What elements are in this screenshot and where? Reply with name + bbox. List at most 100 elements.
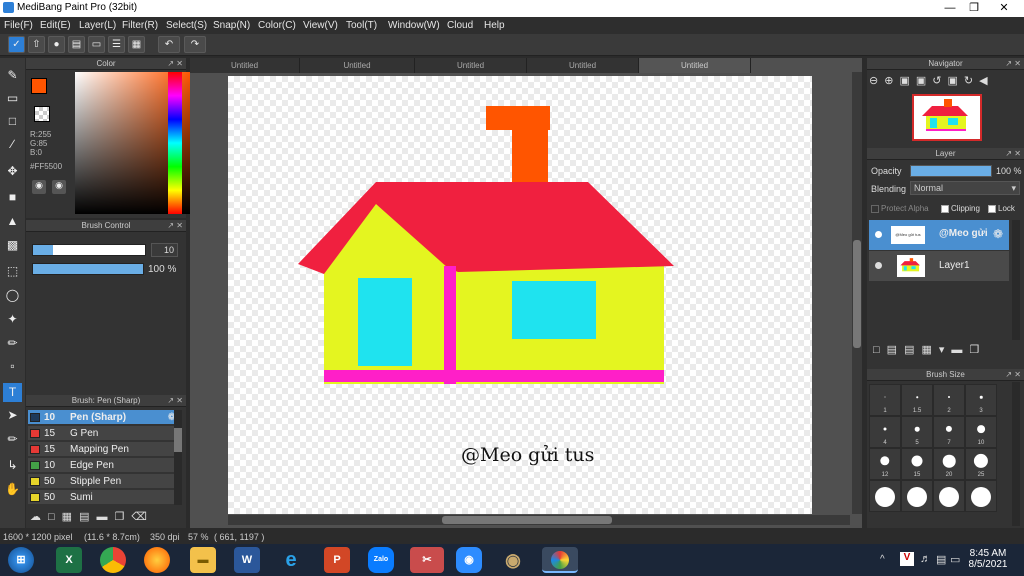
brush-size-cell[interactable]: 20 [933, 448, 965, 480]
brush-size-cell[interactable]: 1 [869, 384, 901, 416]
menu-layer[interactable]: Layer(L) [79, 20, 116, 31]
layer-opacity-slider[interactable] [910, 165, 992, 177]
doc-tab-5[interactable]: Untitled [639, 58, 751, 73]
text-tool-icon[interactable]: T [3, 383, 22, 402]
brush-list-item[interactable]: 15 Mapping Pen [28, 442, 182, 457]
fit-icon[interactable]: ▣ [899, 75, 915, 87]
zoom-out-icon[interactable]: ⊖ [869, 75, 884, 87]
brush-tool-icon[interactable]: ✎ [3, 66, 22, 85]
menu-edit[interactable]: Edit(E) [40, 20, 71, 31]
eraser-tool-icon[interactable]: ▭ [3, 89, 22, 108]
menu-tool[interactable]: Tool(T) [346, 20, 377, 31]
doc-tab-1[interactable]: Untitled [190, 58, 300, 73]
excel-icon[interactable]: X [56, 547, 82, 573]
brush-size-cell[interactable]: 2 [933, 384, 965, 416]
clipping-option[interactable]: Clipping [941, 204, 980, 213]
brush-list-item[interactable]: 10 Edge Pen [28, 458, 182, 473]
lock-checkbox[interactable] [988, 204, 996, 213]
brush-cloud-icon[interactable]: ☁ [30, 511, 48, 523]
comment-icon[interactable]: ● [48, 36, 65, 53]
brush-size-cell[interactable] [901, 480, 933, 512]
transparent-swatch[interactable] [34, 106, 50, 122]
brush-size-scrollbar[interactable] [1012, 382, 1020, 526]
clipping-checkbox[interactable] [941, 204, 949, 213]
panel-close-icon[interactable]: ↗ ✕ [1005, 58, 1021, 70]
layer-blending-select[interactable]: Normal ▾ [910, 181, 1020, 195]
paint-icon[interactable]: ◉ [500, 547, 526, 573]
operation-tool-icon[interactable]: ➤ [3, 406, 22, 425]
gradient-icon[interactable]: ▩ [3, 236, 22, 255]
flip-icon[interactable]: ◀ [979, 75, 993, 87]
battery-icon[interactable]: ▭ [950, 553, 960, 566]
brush-size-cell[interactable]: 10 [965, 416, 997, 448]
menu-color[interactable]: Color(C) [258, 20, 296, 31]
brush-new-icon[interactable]: □ [48, 511, 62, 523]
vertical-scroll-thumb[interactable] [853, 240, 861, 348]
clock[interactable]: 8:45 AM 8/5/2021 [968, 548, 1008, 570]
firefox-icon[interactable] [144, 547, 170, 573]
canvas-horizontal-scrollbar[interactable] [228, 515, 850, 525]
menu-snap[interactable]: Snap(N) [213, 20, 250, 31]
visibility-icon[interactable] [875, 262, 882, 269]
reset-icon[interactable]: ▣ [947, 75, 963, 87]
layer-row-text[interactable]: @Meo gửi tus @Meo gửi ❁ [869, 220, 1009, 250]
new-layer-8bit-icon[interactable]: ▤ [887, 344, 904, 356]
grid-icon[interactable]: ▦ [128, 36, 145, 53]
maximize-button[interactable]: ❐ [960, 0, 988, 16]
rectangle-fill-icon[interactable]: ■ [3, 188, 22, 207]
new-layer-1bit-icon[interactable]: ▤ [904, 344, 921, 356]
close-button[interactable]: ✕ [988, 0, 1020, 16]
brush-size-cell[interactable] [965, 480, 997, 512]
add-layer-menu-icon[interactable]: ▦▾ [921, 344, 951, 356]
word-icon[interactable]: W [234, 547, 260, 573]
hand-tool-icon[interactable]: ✋ [3, 480, 22, 499]
chrome-icon[interactable] [100, 547, 126, 573]
brush-size-cell[interactable]: 12 [869, 448, 901, 480]
divide-tool-icon[interactable]: ✏ [3, 430, 22, 449]
drawing-canvas[interactable]: @Meo gửi tus [228, 76, 812, 514]
canvas-vertical-scrollbar[interactable] [852, 72, 862, 514]
layer-row-layer1[interactable]: Layer1 [869, 251, 1009, 281]
brush-size-cell[interactable]: 5 [901, 416, 933, 448]
magic-wand-icon[interactable]: ✦ [3, 310, 22, 329]
medibang-taskbar-icon[interactable] [542, 547, 578, 573]
dot-tool-icon[interactable]: □ [3, 112, 22, 131]
brush-list-scrollbar[interactable] [174, 410, 182, 505]
menu-cloud[interactable]: Cloud [447, 20, 473, 31]
brush-list-item[interactable]: 50 Stipple Pen [28, 474, 182, 489]
navigator-preview[interactable] [912, 94, 982, 141]
menu-filter[interactable]: Filter(R) [122, 20, 158, 31]
rotate-left-icon[interactable]: ↺ [932, 75, 947, 87]
brush-copy-icon[interactable]: ▤ [79, 511, 96, 523]
message-icon[interactable]: ▤ [68, 36, 85, 53]
protect-alpha-option[interactable]: Protect Alpha [871, 204, 929, 213]
brush-list-item[interactable]: 15 G Pen [28, 426, 182, 441]
select-rect-icon[interactable]: ⬚ [3, 262, 22, 281]
cloud-check-icon[interactable]: ✓ [8, 36, 25, 53]
brush-list-item[interactable]: 50 Sumi [28, 490, 182, 505]
eyedropper-icon[interactable]: ↳ [3, 456, 22, 475]
panel-close-icon[interactable]: ↗ ✕ [1005, 369, 1021, 381]
brush-size-cell[interactable]: 25 [965, 448, 997, 480]
select-eraser-icon[interactable]: ▫ [3, 357, 22, 376]
lasso-icon[interactable]: ◯ [3, 286, 22, 305]
zalo-icon[interactable]: Zalo [368, 547, 394, 573]
line-tool-icon[interactable]: ∕ [3, 135, 22, 154]
menu-help[interactable]: Help [484, 20, 505, 31]
palette-add-icon[interactable]: ◉ [52, 180, 66, 194]
brush-list-item[interactable]: 10 Pen (Sharp) ❁ [28, 410, 182, 425]
redo-icon[interactable]: ↷ [184, 36, 206, 53]
gear-icon[interactable]: ❁ [993, 227, 1003, 241]
layer-scrollbar[interactable] [1012, 220, 1020, 340]
menu-view[interactable]: View(V) [303, 20, 338, 31]
move-tool-icon[interactable]: ✥ [3, 162, 22, 181]
brush-add-icon[interactable]: ▦ [62, 511, 79, 523]
brush-size-cell[interactable]: 1.5 [901, 384, 933, 416]
panel-close-icon[interactable]: ↗ ✕ [167, 58, 183, 70]
new-layer-icon[interactable]: □ [873, 344, 887, 356]
brush-folder-icon[interactable]: ▬ [96, 511, 114, 523]
brush-opacity-slider[interactable] [32, 263, 144, 275]
rotate-right-icon[interactable]: ↻ [964, 75, 979, 87]
canvas-caption-text[interactable]: @Meo gửi tus [461, 444, 594, 466]
brush-size-cell[interactable]: 3 [965, 384, 997, 416]
